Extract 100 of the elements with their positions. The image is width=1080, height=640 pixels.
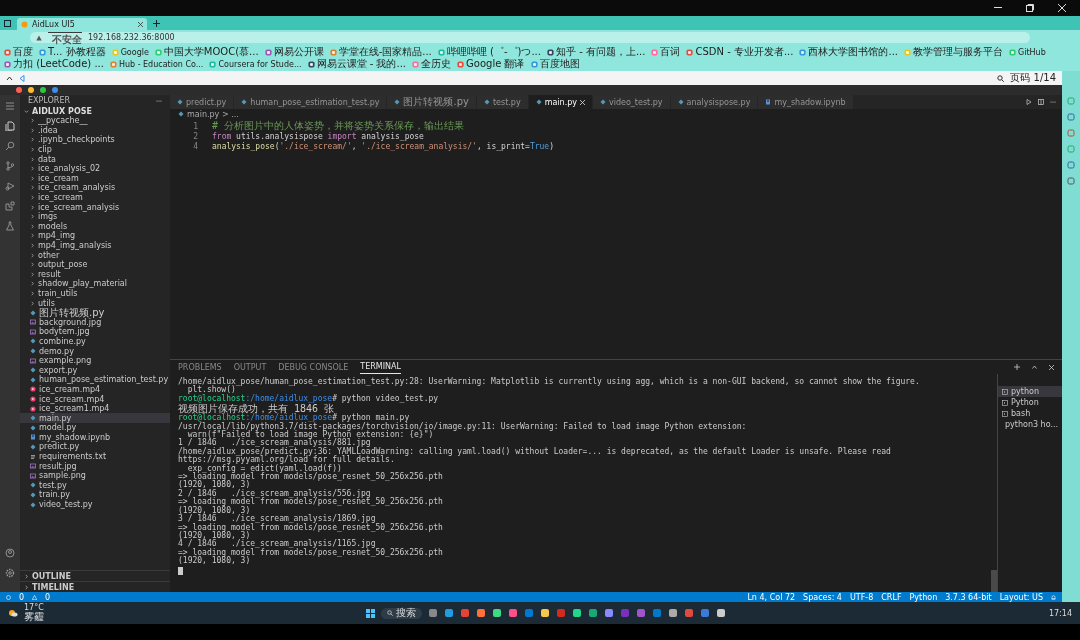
bell-icon[interactable] [1051, 594, 1056, 600]
bookmark-link[interactable]: Coursera for Stude... [209, 58, 302, 70]
restore-icon[interactable] [1026, 4, 1034, 12]
editor-tab[interactable]: my_shadow.ipynb [758, 95, 854, 109]
search-icon[interactable] [5, 141, 15, 151]
explorer-item[interactable]: result [20, 269, 170, 280]
terminal-list-item[interactable]: bash [998, 408, 1062, 419]
bookmark-link[interactable]: 网易云课堂 - 我的... [307, 58, 407, 70]
files-icon[interactable] [5, 121, 15, 131]
minimize-dot[interactable] [28, 87, 34, 93]
scrollbar-thumb[interactable] [991, 570, 997, 592]
explorer-item[interactable]: video_test.py [20, 499, 170, 510]
section-header[interactable]: OUTLINE [20, 570, 170, 581]
explorer-item[interactable]: main.py [20, 413, 170, 423]
bookmark-link[interactable]: 教学管理与服务平台 [904, 46, 1004, 58]
explorer-item[interactable]: background.jpg [20, 317, 170, 328]
editor-tab[interactable]: human_pose_estimation_test.py [234, 95, 388, 109]
explorer-item[interactable]: combine.py [20, 336, 170, 347]
explorer-item[interactable]: export.py [20, 365, 170, 376]
explorer-item[interactable]: ice_scream.mp4 [20, 394, 170, 404]
address-bar[interactable]: 不安全 192.168.232.36:8000 [30, 32, 1030, 43]
error-count[interactable]: 0 [19, 592, 25, 602]
taskbar-app-icon[interactable] [508, 608, 519, 618]
explorer-item[interactable]: shadow_play_material [20, 279, 170, 289]
bookmark-link[interactable]: Google [111, 46, 149, 58]
editor-tab[interactable]: test.py [476, 95, 529, 109]
editor-tab[interactable]: main.py [528, 95, 593, 109]
explorer-item[interactable]: other [20, 250, 170, 260]
explorer-item[interactable]: .idea [20, 125, 170, 136]
bookmark-link[interactable]: Hub - Education Co... [109, 58, 204, 70]
start-icon[interactable] [366, 608, 376, 618]
bookmark-link[interactable]: Google 翻译 [457, 58, 525, 70]
flask-icon[interactable] [5, 221, 15, 231]
explorer-item[interactable]: ice_analysis_02 [20, 163, 170, 174]
taskbar-app-icon[interactable] [588, 608, 599, 618]
bookmark-link[interactable]: 百度 [4, 46, 33, 58]
bookmark-link[interactable]: 知乎 - 有问题，上... [546, 46, 646, 58]
bookmark-link[interactable]: 力扣 (LeetCode) ... [4, 58, 104, 70]
editor-tab[interactable]: analysispose.py [670, 95, 759, 109]
explorer-item[interactable]: example.png [20, 355, 170, 366]
search-button[interactable]: 搜索 [381, 607, 423, 619]
explorer-item[interactable]: model.py [20, 423, 170, 433]
editor-tab[interactable]: video_test.py [593, 95, 671, 109]
browser-tab[interactable]: AidLux UI5 [17, 18, 147, 30]
bookmark-link[interactable]: GitHub [1009, 46, 1046, 58]
breadcrumb[interactable]: main.py > ... [187, 109, 239, 119]
explorer-item[interactable]: data [20, 154, 170, 164]
explorer-item[interactable]: ice_scream [20, 192, 170, 203]
bookmark-link[interactable]: 中国大学MOOC(慕... [154, 46, 259, 58]
source-control-icon[interactable] [5, 161, 15, 171]
explorer-item[interactable]: ice_cream [20, 173, 170, 184]
new-tab-icon[interactable] [153, 19, 160, 27]
taskbar-app-icon[interactable] [444, 608, 455, 618]
taskbar-app-icon[interactable] [540, 608, 551, 618]
explorer-item[interactable]: ice_scream1.mp4 [20, 403, 170, 414]
explorer-item[interactable]: mp4_img [20, 231, 170, 241]
bookmark-link[interactable]: 西林大学图书馆的... [799, 46, 899, 58]
run-debug-icon[interactable] [5, 181, 15, 191]
explorer-item[interactable]: .ipynb_checkpoints [20, 135, 170, 145]
tab-actions-icon[interactable] [4, 19, 11, 27]
taskbar-app-icon[interactable] [716, 608, 727, 618]
explorer-item[interactable]: human_pose_estimation_test.py [20, 375, 170, 385]
status-item[interactable]: UTF-8 [849, 592, 874, 602]
taskbar-app-icon[interactable] [604, 608, 615, 618]
explorer-item[interactable]: imgs [20, 211, 170, 222]
status-item[interactable]: 3.7.3 64-bit [945, 592, 992, 602]
explorer-item[interactable]: demo.py [20, 346, 170, 356]
status-item[interactable]: Spaces: 4 [803, 592, 842, 602]
panel-tab[interactable]: DEBUG CONSOLE [278, 360, 349, 374]
status-item[interactable]: Python [909, 592, 938, 602]
explorer-item[interactable]: ice_cream_analysis [20, 183, 170, 193]
explorer-item[interactable]: train_utils [20, 288, 170, 299]
panel-tab[interactable]: PROBLEMS [178, 360, 222, 374]
split-editor-icon[interactable] [1038, 99, 1044, 105]
minimize-icon[interactable] [994, 7, 1002, 9]
panel-tab[interactable]: TERMINAL [360, 360, 402, 374]
explorer-item[interactable]: sample.png [20, 470, 170, 481]
explorer-item[interactable]: bodytem.jpg [20, 327, 170, 337]
caret-icon[interactable] [6, 75, 13, 81]
bookmark-link[interactable]: 百词 [651, 46, 681, 58]
explorer-item[interactable]: train.py [20, 490, 170, 500]
workspace-folder[interactable]: AIDLUX POSE [20, 106, 170, 116]
taskbar-app-icon[interactable] [492, 608, 503, 618]
explorer-item[interactable]: my_shadow.ipynb [20, 432, 170, 443]
extensions-icon[interactable] [5, 201, 15, 211]
zoom-dot[interactable] [40, 87, 46, 93]
status-item[interactable]: Layout: US [999, 592, 1043, 602]
explorer-item[interactable]: utils [20, 298, 170, 308]
add-terminal-icon[interactable] [1014, 364, 1020, 370]
explorer-item[interactable]: output_pose [20, 259, 170, 270]
bookmark-link[interactable]: 全历史 [412, 58, 452, 70]
editor-tab[interactable]: predict.py [170, 95, 235, 109]
warning-count[interactable]: 0 [45, 592, 51, 602]
explorer-item[interactable]: requirements.txt [20, 451, 170, 462]
bookmark-link[interactable]: CSDN - 专业开发者... [686, 46, 794, 58]
account-icon[interactable] [5, 548, 15, 558]
run-icon[interactable] [1026, 99, 1032, 105]
explorer-item[interactable]: predict.py [20, 442, 170, 452]
close-icon[interactable] [138, 21, 143, 27]
taskbar-app-icon[interactable] [428, 608, 439, 618]
